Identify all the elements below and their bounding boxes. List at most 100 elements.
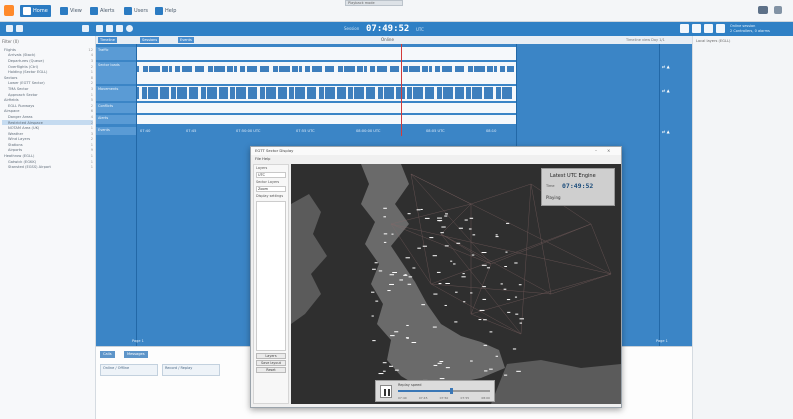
close-icon[interactable]: × bbox=[607, 148, 610, 153]
aircraft-label[interactable] bbox=[518, 284, 522, 286]
aircraft-label[interactable] bbox=[394, 369, 399, 371]
aircraft-label[interactable] bbox=[383, 241, 387, 243]
aircraft-label[interactable] bbox=[382, 362, 387, 364]
tab-calls[interactable]: Calls bbox=[100, 351, 115, 358]
aircraft-label[interactable] bbox=[444, 215, 448, 217]
aircraft-label[interactable] bbox=[519, 322, 523, 324]
aircraft-label[interactable] bbox=[463, 301, 466, 303]
aircraft-label[interactable] bbox=[506, 222, 510, 224]
save-layout-button[interactable]: Save layout bbox=[256, 360, 286, 366]
aircraft-label[interactable] bbox=[406, 324, 409, 326]
events-button[interactable]: Events bbox=[178, 37, 194, 43]
aircraft-label[interactable] bbox=[438, 283, 442, 285]
aircraft-label[interactable] bbox=[390, 335, 395, 337]
camera-icon[interactable] bbox=[692, 24, 701, 33]
aircraft-label[interactable] bbox=[394, 331, 399, 333]
track-movements[interactable]: Movements ⇄ ▲ bbox=[96, 86, 692, 101]
aircraft-label[interactable] bbox=[483, 319, 487, 321]
aircraft-label[interactable] bbox=[371, 291, 375, 293]
aircraft-label[interactable] bbox=[421, 304, 426, 306]
track-sector-loads[interactable]: Sector loads ⇄ ▲ bbox=[96, 62, 692, 84]
tree-item[interactable]: Stansted (EGSS) Airport 1 bbox=[2, 164, 93, 170]
aircraft-label[interactable] bbox=[469, 217, 474, 219]
aircraft-label[interactable] bbox=[408, 276, 413, 278]
aircraft-label[interactable] bbox=[407, 213, 411, 215]
aircraft-label[interactable] bbox=[495, 355, 499, 357]
aircraft-label[interactable] bbox=[461, 276, 466, 278]
aircraft-label[interactable] bbox=[470, 360, 473, 362]
aircraft-label[interactable] bbox=[514, 262, 518, 264]
aircraft-label[interactable] bbox=[440, 232, 444, 234]
aircraft-label[interactable] bbox=[399, 279, 404, 281]
aircraft-label[interactable] bbox=[420, 208, 423, 210]
aircraft-label[interactable] bbox=[432, 326, 437, 328]
aircraft-label[interactable] bbox=[391, 233, 394, 235]
display-settings-list[interactable] bbox=[256, 201, 286, 351]
aircraft-label[interactable] bbox=[383, 216, 386, 218]
playback-slider[interactable] bbox=[398, 390, 490, 392]
aircraft-label[interactable] bbox=[437, 217, 442, 219]
aircraft-label[interactable] bbox=[412, 267, 416, 269]
radar-map[interactable]: Latest UTC Engine Time 07:49:52 Playing … bbox=[291, 164, 621, 404]
aircraft-label[interactable] bbox=[389, 365, 394, 367]
aircraft-label[interactable] bbox=[371, 315, 374, 317]
aircraft-label[interactable] bbox=[439, 361, 444, 363]
aircraft-label[interactable] bbox=[515, 313, 519, 315]
aircraft-label[interactable] bbox=[432, 255, 437, 257]
aircraft-label[interactable] bbox=[483, 344, 488, 346]
layout-icon[interactable] bbox=[16, 25, 23, 32]
aircraft-label[interactable] bbox=[404, 274, 407, 276]
calendar-icon[interactable] bbox=[680, 24, 689, 33]
track-traffic[interactable]: Traffic bbox=[96, 47, 692, 60]
aircraft-label[interactable] bbox=[424, 217, 430, 219]
aircraft-label[interactable] bbox=[453, 263, 456, 265]
session-card[interactable]: Online / Offline bbox=[100, 364, 158, 376]
aircraft-label[interactable] bbox=[445, 367, 450, 369]
aircraft-label[interactable] bbox=[472, 234, 476, 236]
aircraft-label[interactable] bbox=[486, 267, 490, 269]
tab-users[interactable]: Users bbox=[124, 5, 148, 17]
aircraft-label[interactable] bbox=[429, 237, 434, 239]
tab-view[interactable]: View bbox=[60, 5, 82, 17]
aircraft-label[interactable] bbox=[441, 226, 446, 228]
clock-icon[interactable] bbox=[126, 25, 133, 32]
aircraft-label[interactable] bbox=[519, 318, 524, 320]
aircraft-label[interactable] bbox=[378, 373, 384, 375]
session-card[interactable]: Record / Replay bbox=[162, 364, 220, 376]
aircraft-label[interactable] bbox=[471, 254, 475, 256]
aircraft-label[interactable] bbox=[507, 311, 511, 313]
reset-button[interactable]: Reset bbox=[256, 367, 286, 373]
aircraft-label[interactable] bbox=[495, 234, 498, 236]
map-window[interactable]: EGTT Sector Display – × File Help Layers… bbox=[250, 146, 622, 408]
timeline-button[interactable]: Timeline bbox=[98, 37, 117, 43]
track-conflicts[interactable]: Conflicts bbox=[96, 103, 692, 113]
aircraft-label[interactable] bbox=[439, 378, 445, 380]
stop-icon[interactable] bbox=[106, 25, 113, 32]
aircraft-label[interactable] bbox=[506, 299, 511, 301]
aircraft-label[interactable] bbox=[445, 213, 448, 215]
aircraft-label[interactable] bbox=[484, 370, 488, 372]
aircraft-label[interactable] bbox=[405, 337, 409, 339]
aircraft-label[interactable] bbox=[481, 252, 487, 254]
aircraft-label[interactable] bbox=[481, 264, 487, 266]
aircraft-label[interactable] bbox=[433, 364, 438, 366]
aircraft-label[interactable] bbox=[392, 272, 397, 273]
aircraft-label[interactable] bbox=[372, 268, 376, 270]
aircraft-label[interactable] bbox=[417, 247, 421, 249]
play-icon[interactable] bbox=[704, 24, 713, 33]
aircraft-label[interactable] bbox=[422, 245, 427, 247]
aircraft-label[interactable] bbox=[512, 348, 517, 350]
aircraft-label[interactable] bbox=[478, 319, 482, 321]
aircraft-label[interactable] bbox=[504, 266, 507, 268]
aircraft-label[interactable] bbox=[500, 283, 503, 285]
aircraft-label[interactable] bbox=[444, 304, 447, 306]
playback-knob[interactable] bbox=[450, 388, 454, 394]
track-alerts[interactable]: Alerts bbox=[96, 115, 692, 124]
tab-alerts[interactable]: Alerts bbox=[90, 5, 115, 17]
aircraft-label[interactable] bbox=[389, 283, 394, 285]
aircraft-label[interactable] bbox=[458, 227, 463, 229]
map-window-menu[interactable]: File Help bbox=[255, 157, 270, 161]
aircraft-label[interactable] bbox=[411, 341, 417, 343]
aircraft-label[interactable] bbox=[468, 228, 472, 230]
aircraft-label[interactable] bbox=[482, 298, 487, 300]
